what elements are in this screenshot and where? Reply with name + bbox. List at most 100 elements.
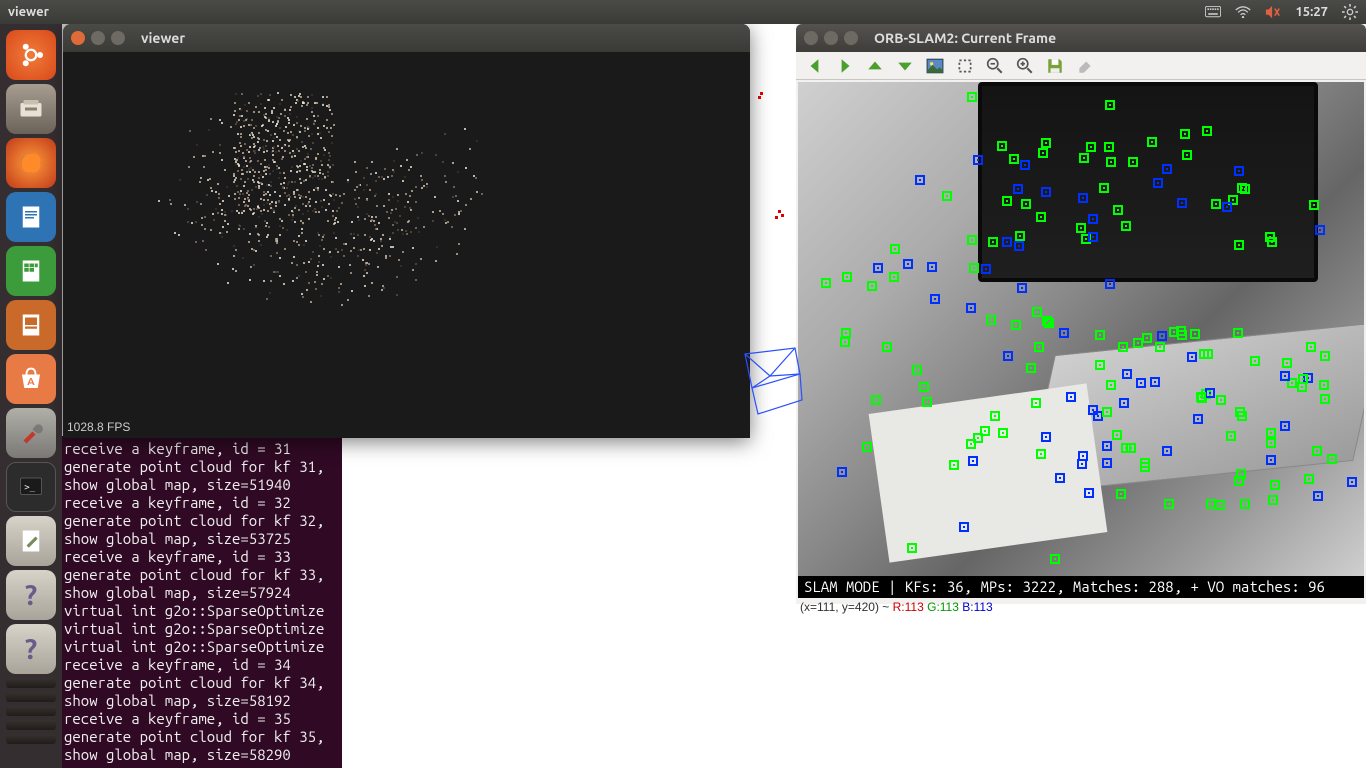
feature-marker-new xyxy=(1126,443,1136,453)
feature-marker-new xyxy=(973,433,983,443)
zoom-in-icon[interactable] xyxy=(1016,57,1034,75)
map-point xyxy=(778,210,781,213)
keyboard-indicator-icon[interactable] xyxy=(1205,4,1221,20)
feature-marker-new xyxy=(1226,431,1236,441)
viewer-titlebar[interactable]: viewer xyxy=(63,24,750,52)
save-icon[interactable] xyxy=(1046,57,1064,75)
slam-titlebar[interactable]: ORB-SLAM2: Current Frame xyxy=(796,24,1366,52)
scene-monitor xyxy=(978,82,1318,282)
help-icon[interactable]: ? xyxy=(6,624,56,674)
arrow-down-icon[interactable] xyxy=(896,57,914,75)
feature-marker-new xyxy=(1079,153,1089,163)
feature-marker-new xyxy=(942,191,952,201)
close-button[interactable] xyxy=(804,31,818,45)
feature-marker-tracked xyxy=(1002,237,1012,247)
viewer-3d-canvas[interactable]: 1028.8 FPS xyxy=(63,52,750,438)
feature-marker-new xyxy=(1304,474,1314,484)
feature-marker-new xyxy=(912,365,922,375)
zoom-out-icon[interactable] xyxy=(986,57,1004,75)
feature-marker-new xyxy=(1180,129,1190,139)
feature-marker-new xyxy=(1116,489,1126,499)
image-icon[interactable] xyxy=(926,57,944,75)
slam-window[interactable]: ORB-SLAM2: Current Frame SLAM MODE | KFs… xyxy=(796,24,1366,604)
crop-icon[interactable] xyxy=(956,57,974,75)
feature-marker-new xyxy=(1099,183,1109,193)
arrow-right-icon[interactable] xyxy=(836,57,854,75)
firefox-icon[interactable] xyxy=(6,138,56,188)
feature-marker-new xyxy=(821,278,831,288)
feature-marker-new xyxy=(1011,320,1021,330)
feature-marker-new xyxy=(1086,142,1096,152)
feature-marker-new xyxy=(1199,349,1209,359)
arrow-up-icon[interactable] xyxy=(866,57,884,75)
feature-marker-new xyxy=(1268,495,1278,505)
feature-marker-new xyxy=(1270,480,1280,490)
feature-marker-tracked xyxy=(903,259,913,269)
help-icon[interactable]: ? xyxy=(6,570,56,620)
slam-frame-image[interactable] xyxy=(798,82,1364,598)
feature-marker-tracked xyxy=(1222,202,1232,212)
feature-marker-tracked xyxy=(1136,378,1146,388)
maximize-button[interactable] xyxy=(844,31,858,45)
feature-marker-new xyxy=(1309,200,1319,210)
system-gear-icon[interactable] xyxy=(1342,4,1358,20)
feature-marker-tracked xyxy=(930,294,940,304)
clear-icon[interactable] xyxy=(1076,57,1094,75)
feature-marker-new xyxy=(1236,469,1246,479)
feature-marker-new xyxy=(1041,138,1051,148)
feature-marker-new xyxy=(1026,363,1036,373)
launcher-stack-icon[interactable] xyxy=(6,706,56,716)
volume-mute-indicator-icon[interactable] xyxy=(1265,4,1281,20)
launcher-stack-icon[interactable] xyxy=(6,734,56,744)
clock-indicator[interactable]: 15:27 xyxy=(1295,5,1328,19)
software-center-icon[interactable]: A xyxy=(6,354,56,404)
wifi-indicator-icon[interactable] xyxy=(1235,4,1251,20)
menubar-indicators: 15:27 xyxy=(1205,4,1358,20)
feature-marker-tracked xyxy=(1088,405,1098,415)
feature-marker-new xyxy=(1176,326,1186,336)
feature-marker-new xyxy=(990,411,1000,421)
feature-marker-tracked xyxy=(1280,421,1290,431)
impress-icon[interactable] xyxy=(6,300,56,350)
minimize-button[interactable] xyxy=(91,31,105,45)
files-icon[interactable] xyxy=(6,84,56,134)
map-point xyxy=(775,216,778,219)
feature-marker-tracked xyxy=(1078,193,1088,203)
feature-marker-new xyxy=(907,543,917,553)
minimize-button[interactable] xyxy=(824,31,838,45)
feature-marker-new xyxy=(1038,148,1048,158)
feature-marker-new xyxy=(919,382,929,392)
feature-marker-new xyxy=(967,235,977,245)
feature-marker-tracked xyxy=(1150,377,1160,387)
settings-tool-icon[interactable] xyxy=(6,408,56,458)
feature-marker-new xyxy=(1306,342,1316,352)
launcher-stack-icon[interactable] xyxy=(6,692,56,702)
feature-marker-tracked xyxy=(1105,279,1115,289)
feature-marker-new xyxy=(1002,196,1012,206)
dash-icon[interactable] xyxy=(6,30,56,80)
feature-marker-new xyxy=(890,244,900,254)
point-cloud xyxy=(173,82,473,312)
writer-icon[interactable] xyxy=(6,192,56,242)
calc-icon[interactable] xyxy=(6,246,56,296)
text-editor-icon[interactable] xyxy=(6,516,56,566)
svg-text:A: A xyxy=(27,375,35,387)
viewer-window[interactable]: viewer 1028.8 FPS xyxy=(63,24,750,438)
feature-marker-new xyxy=(1297,382,1307,392)
terminal-output[interactable]: receive a keyframe, id = 31 generate poi… xyxy=(62,436,342,768)
feature-marker-new xyxy=(1036,212,1046,222)
feature-marker-new xyxy=(882,342,892,352)
feature-marker-tracked xyxy=(1088,232,1098,242)
maximize-button[interactable] xyxy=(111,31,125,45)
terminal-icon[interactable]: >_ xyxy=(6,462,56,512)
launcher-stack-icon[interactable] xyxy=(6,678,56,688)
arrow-left-icon[interactable] xyxy=(806,57,824,75)
slam-toolbar xyxy=(796,52,1366,80)
feature-marker-tracked xyxy=(968,456,978,466)
feature-marker-tracked xyxy=(1119,398,1129,408)
feature-marker-new xyxy=(1233,328,1243,338)
close-button[interactable] xyxy=(71,31,85,45)
feature-marker-new xyxy=(1234,240,1244,250)
feature-marker-tracked xyxy=(1078,451,1088,461)
launcher-stack-icon[interactable] xyxy=(6,720,56,730)
